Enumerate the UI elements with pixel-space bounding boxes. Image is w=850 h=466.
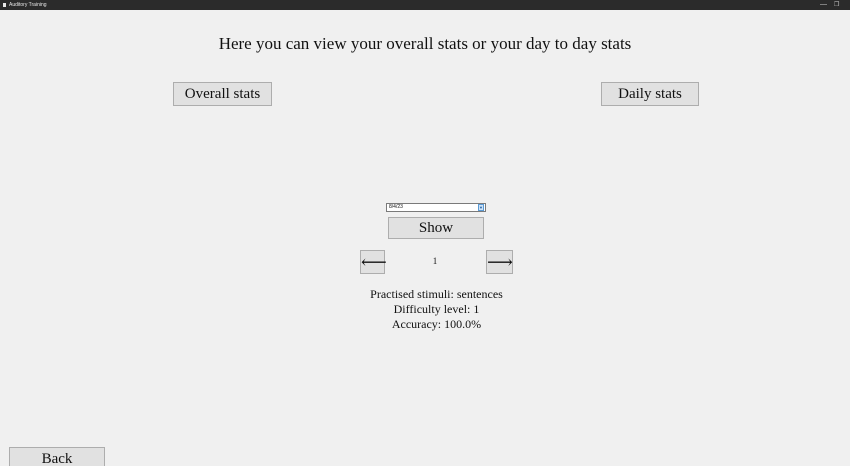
- page-heading: Here you can view your overall stats or …: [218, 34, 632, 53]
- next-arrow-button[interactable]: ⟶: [486, 250, 513, 274]
- daily-stats-button[interactable]: Daily stats: [601, 82, 699, 106]
- page-number: 1: [432, 256, 438, 266]
- title-bar: Auditory Training — ❐: [0, 0, 850, 10]
- minimize-button[interactable]: —: [820, 0, 827, 10]
- date-dropdown[interactable]: 8/4/23 ▼: [386, 203, 486, 212]
- previous-arrow-button[interactable]: ⟵: [360, 250, 387, 274]
- accuracy-text: Accuracy: 100.0%: [391, 317, 482, 331]
- back-button[interactable]: Back: [9, 447, 105, 466]
- overall-stats-button[interactable]: Overall stats: [173, 82, 272, 106]
- date-value: 8/4/23: [389, 204, 403, 210]
- restore-button[interactable]: ❐: [834, 0, 839, 10]
- window-title: Auditory Training: [9, 2, 47, 8]
- app-icon: [3, 3, 6, 7]
- stats-summary: Practised stimuli: sentences Difficulty …: [0, 287, 850, 332]
- difficulty-level-text: Difficulty level: 1: [393, 302, 480, 316]
- chevron-down-icon[interactable]: ▼: [478, 204, 484, 211]
- show-button[interactable]: Show: [388, 217, 484, 239]
- practised-stimuli-text: Practised stimuli: sentences: [370, 287, 503, 301]
